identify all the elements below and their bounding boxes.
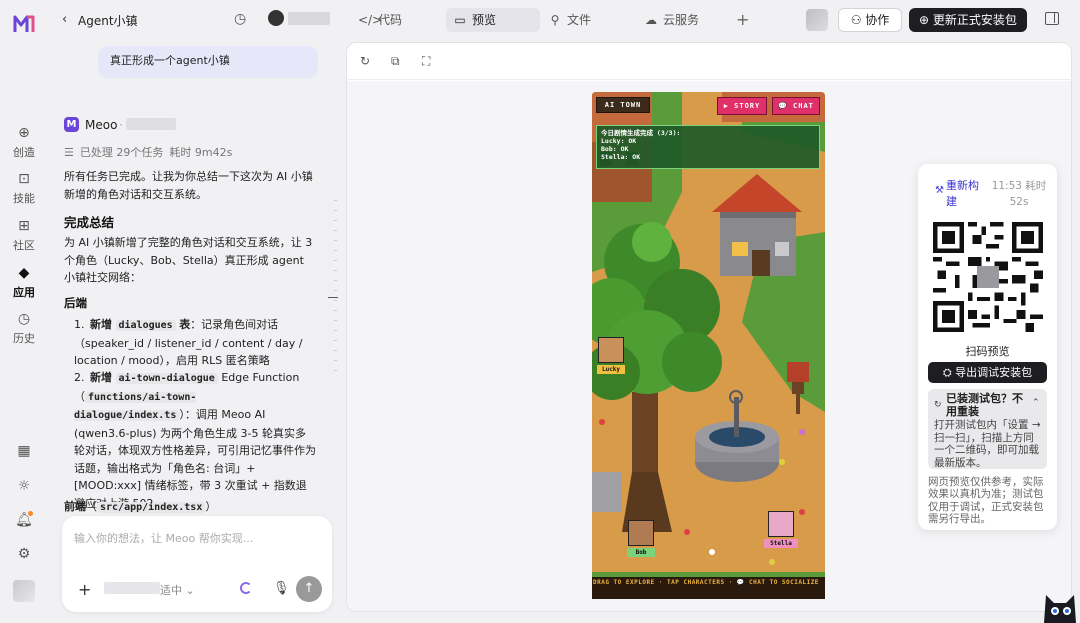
grid-icon: ⊞ [18,218,30,234]
preview-note: 网页预览仅供参考，实际效果以真机为准；测试包仅用于调试，正式安装包需另行导出。 [928,476,1044,525]
sidebar-item-create[interactable]: ⊕ 创造 [4,124,44,160]
character-name-tag: Bob [627,548,655,557]
export-debug-package-button[interactable]: ⛭ 导出调试安装包 [928,362,1047,383]
installed-tip-title: 已装测试包？不用重装 [946,392,1023,418]
globe-icon: ⊕ [919,13,933,27]
sidebar-item-apps[interactable]: ◆ 应用 [4,264,44,300]
loading-spinner-icon[interactable] [240,582,252,594]
project-title: Agent小镇 [78,14,138,28]
chat-input[interactable]: 输入你的想法，让 Meoo 帮你实现... [74,530,253,546]
assistant-avatar: M [64,117,79,132]
tab-code[interactable]: </>代码 [352,8,416,32]
preview-toolbar [346,42,1072,80]
rebuild-time: 11:53 耗时 52s [991,180,1047,208]
sidebar-item-history[interactable]: ◷ 历史 [4,310,44,346]
code-ai-town-dialogue: ai-town-dialogue [115,373,218,384]
mascot-cat-icon[interactable] [1040,585,1080,623]
settings-gear-icon[interactable]: ⚙ [14,544,34,564]
character-portrait [768,511,794,537]
log-line: Bob: OK [601,145,629,153]
model-selector[interactable]: 适中 ⌄ [160,582,195,598]
github-icon[interactable] [268,10,284,26]
send-button[interactable]: ↑ [296,576,322,602]
meoo-logo[interactable] [12,12,36,36]
refresh-small-icon: ↻ [934,400,942,410]
code-function-path: functions/ai-town-dialogue/index.ts [74,391,197,421]
log-line: 今日剧情生成完成 (3/3): [601,129,681,137]
sidebar-item-skills[interactable]: ⊡ 技能 [4,170,44,206]
code-dialogues: dialogues [115,320,176,331]
scroll-indicator[interactable] [334,200,338,380]
character-lucky[interactable]: Lucky [597,337,625,374]
name-separator: · [119,118,123,132]
assistant-intro: 所有任务已完成。让我为你总结一下这次为 AI 小镇新增的角色对话和交互系统。 [64,170,313,201]
skill-icon: ⊡ [18,171,30,187]
attach-plus-icon[interactable]: + [78,580,91,599]
qr-code-icon[interactable]: ▦ [14,441,34,461]
list-item: 2. 新增 ai-town-dialogue Edge Function（ func… [74,371,316,510]
scroll-position-marker [328,297,338,298]
user-message-bubble: 真正形成一个agent小镇 [98,46,318,78]
summary-text: 为 AI 小镇新增了完整的角色对话和交互系统，让 3 个角色（Lucky、Bob… [64,236,313,284]
rebuild-button[interactable]: 重新构建 [946,178,984,210]
model-selector-blurred[interactable] [104,582,160,594]
code-frontend-path: src/app/index.tsx [97,502,206,513]
cloud-icon: ☁ [645,13,657,27]
update-release-button[interactable]: ⊕ 更新正式安装包 [909,8,1027,32]
character-name-tag: Stella [764,539,798,548]
panel-toggle-icon[interactable] [1045,12,1059,25]
character-portrait [598,337,624,363]
back-chevron-icon[interactable]: ‹ [62,12,67,27]
story-button[interactable]: ▶ STORY [717,97,767,115]
character-portrait [628,520,654,546]
frontend-heading-line: 前端（ src/app/index.tsx） [64,500,217,513]
add-tab-icon[interactable]: + [736,10,749,29]
preview-icon: ▭ [454,13,466,27]
fullscreen-icon[interactable]: ⛶ [422,54,430,69]
list-item: 1. 新增 dialogues 表：记录角色间对话（speaker_id / li… [74,318,303,367]
character-bob[interactable]: Bob [627,520,655,557]
collaborator-avatar[interactable] [806,9,828,31]
tab-files[interactable]: ⚲ 文件 [541,8,601,32]
tab-cloud[interactable]: ☁ 云服务 [637,8,707,32]
story-log-panel: 今日剧情生成完成 (3/3): Lucky: OK Bob: OK Stella… [596,125,820,169]
clock-icon: ◷ [17,311,31,327]
chevron-up-icon[interactable]: ⌃ [1032,398,1040,408]
tab-preview[interactable]: ▭ 预览 [446,8,540,32]
add-user-icon: ⚇ [850,13,866,27]
collaborate-button[interactable]: ⚇ 协作 [838,8,902,32]
hammer-icon[interactable]: ⚒ [935,185,944,196]
character-name-tag: Lucky [597,365,625,374]
task-list-icon: ☰ [64,146,74,159]
history-icon[interactable]: ◷ [234,11,246,27]
plus-circle-icon: ⊕ [18,125,30,141]
user-avatar[interactable] [13,580,35,602]
theme-sun-icon[interactable]: ☼ [14,476,34,496]
log-line: Lucky: OK [601,137,637,145]
qr-code [933,222,1043,332]
game-title-badge: AI TOWN [596,97,650,113]
paperclip-icon: ⚲ [550,13,560,27]
code-icon: </> [358,13,383,27]
box-icon: ⛭ [942,366,956,379]
game-hint-text: DRAG TO EXPLORE · TAP CHARACTERS · 💬 CHA… [593,579,819,586]
open-external-icon[interactable]: ⧉ [391,54,400,69]
task-status-line[interactable]: ☰ 已处理 29个任务 耗时 9m42s [64,144,238,160]
github-repo-name[interactable] [288,12,330,25]
backend-heading: 后端 [64,296,87,310]
assistant-meta-blurred [126,118,176,130]
summary-heading: 完成总结 [64,215,115,230]
character-stella[interactable]: Stella [764,511,798,548]
notification-bell-icon[interactable]: 🔔︎ [14,510,34,530]
notification-dot [28,511,33,516]
assistant-name: Meoo [85,118,118,132]
scan-preview-label: 扫码预览 [965,345,1010,358]
installed-tip-desc: 打开测试包内「设置 → 扫一扫」，扫描上方同一个二维码，即可加载最新版本。 [934,419,1041,469]
sidebar-item-community[interactable]: ⊞ 社区 [4,217,44,253]
game-chat-button[interactable]: 💬 CHAT [772,97,820,115]
cube-icon: ◆ [18,265,30,281]
refresh-icon[interactable]: ↻ [360,54,370,68]
microphone-icon[interactable]: 🎙︎ [273,581,290,596]
log-line: Stella: OK [601,153,641,161]
